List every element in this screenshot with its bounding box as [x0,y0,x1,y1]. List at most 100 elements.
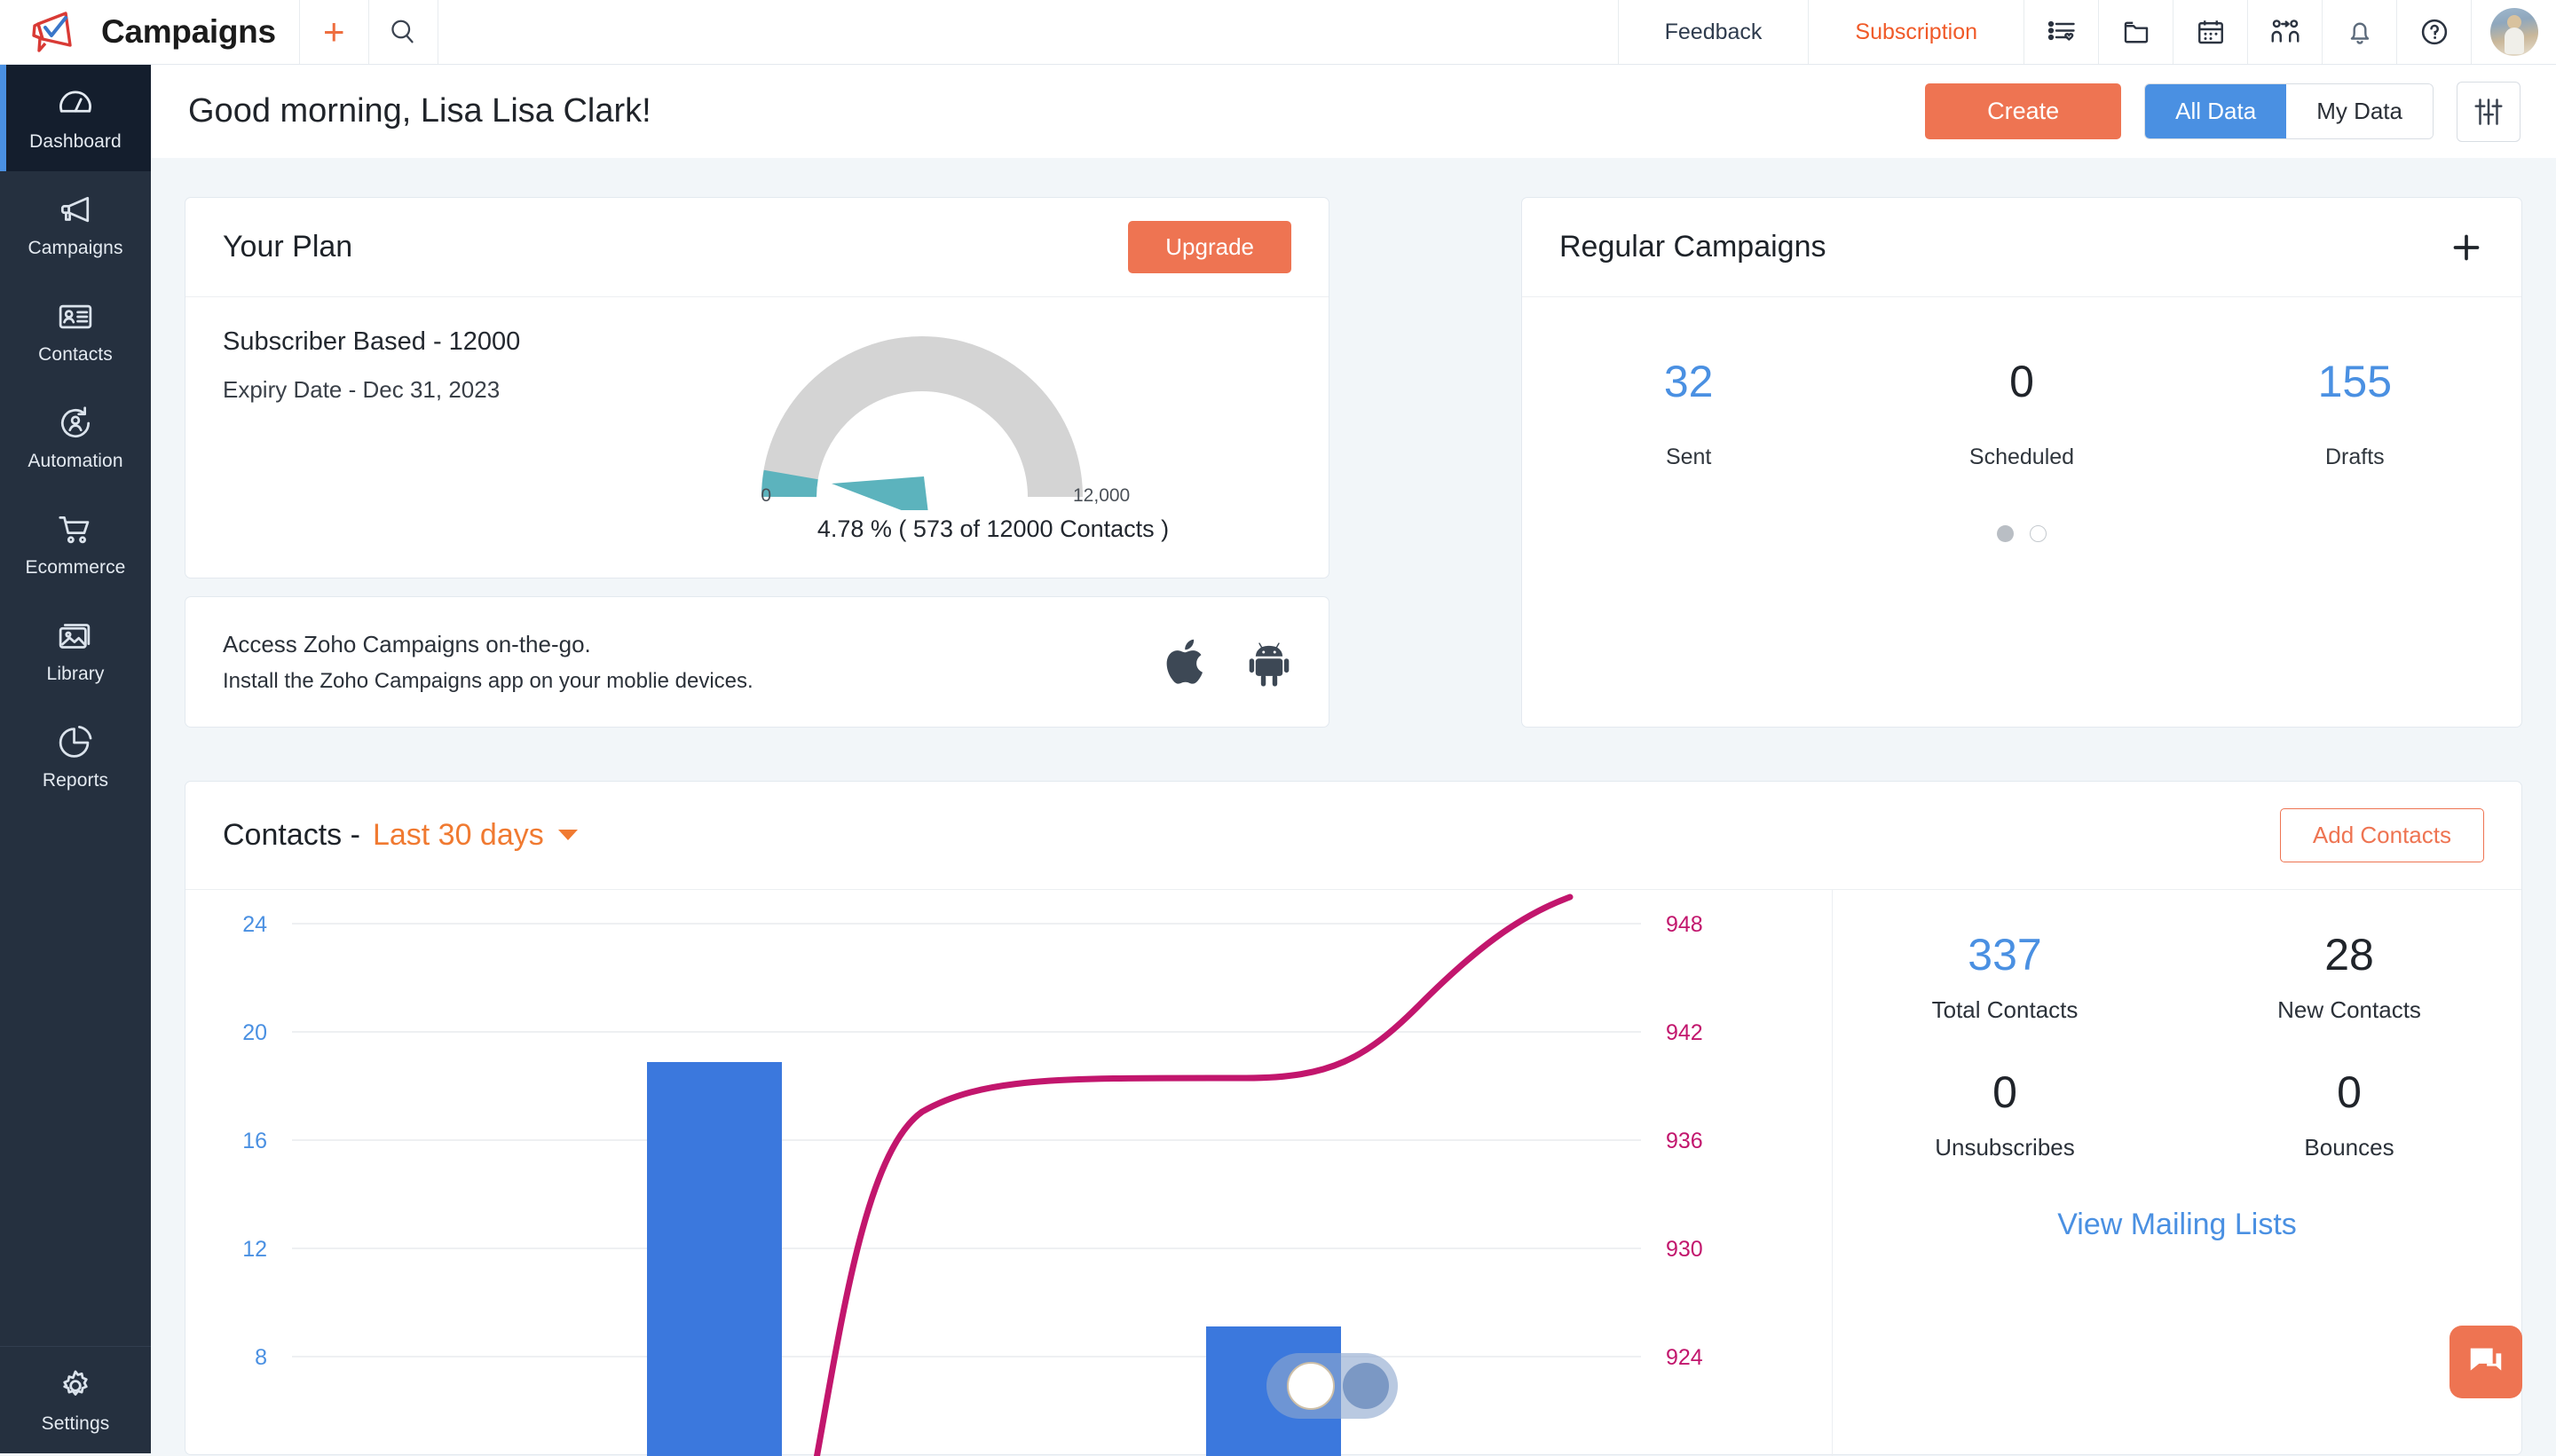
contacts-chart: 242016 128 948942936 930924 [185,890,1833,1456]
stat-label: Sent [1522,445,1855,470]
right-axis-ticks: 948942936 930924 [1666,912,1703,1370]
gear-icon [56,1366,95,1405]
your-plan-card: Your Plan Upgrade Subscriber Based - 120… [185,197,1329,578]
regular-campaigns-card: Regular Campaigns 32 Sent 0 Scheduled 15… [1521,197,2522,728]
automation-cycle-icon [56,404,95,443]
avatar [2490,8,2538,56]
sidebar-item-settings[interactable]: Settings [0,1347,151,1453]
your-plan-title: Your Plan [223,230,352,264]
sidebar-item-dashboard[interactable]: Dashboard [0,65,151,171]
chat-support-button[interactable] [2450,1326,2522,1398]
android-icon[interactable] [1247,635,1291,689]
app-store-links [1164,635,1291,689]
apple-icon[interactable] [1164,635,1210,689]
add-new-button[interactable]: + [299,0,368,64]
contacts-header: Contacts - Last 30 days Add Contacts [185,782,2521,890]
calendar-button[interactable] [2173,0,2247,64]
refer-friends-icon [2269,16,2301,48]
greeting-bar: Good morning, Lisa Lisa Clark! Create Al… [151,65,2556,158]
help-icon [2418,16,2450,48]
svg-text:20: 20 [242,1020,267,1045]
stat-bounces[interactable]: 0 Bounces [2177,1070,2521,1161]
tab-my-data[interactable]: My Data [2286,84,2433,138]
gauge-min-label: 0 [761,485,771,506]
stat-scheduled[interactable]: 0 Scheduled [1855,359,2188,470]
stat-label: Bounces [2177,1134,2521,1161]
svg-text:8: 8 [255,1345,267,1370]
contact-card-icon [56,297,95,336]
subscription-link[interactable]: Subscription [1808,0,2024,64]
add-campaign-button[interactable] [2449,230,2484,265]
add-contacts-button[interactable]: Add Contacts [2280,808,2484,862]
stat-unsubscribes[interactable]: 0 Unsubscribes [1833,1070,2177,1161]
customize-button[interactable] [2457,82,2520,142]
folder-icon [2120,16,2152,48]
stat-sent[interactable]: 32 Sent [1522,359,1855,470]
sidebar-item-reports[interactable]: Reports [0,704,151,810]
create-button[interactable]: Create [1925,83,2121,139]
upgrade-button[interactable]: Upgrade [1128,221,1291,273]
plan-expiry: Expiry Date - Dec 31, 2023 [223,376,520,404]
view-mailing-lists-link[interactable]: View Mailing Lists [1833,1208,2521,1242]
carousel-dot-1[interactable] [1997,525,2014,542]
top-bar: Campaigns + Feedback Subscription [0,0,2556,65]
carousel-dot-2[interactable] [2030,525,2047,542]
user-menu-button[interactable] [2471,0,2556,64]
sidebar-item-library[interactable]: Library [0,597,151,704]
chat-bubble-icon [2465,1342,2506,1382]
list-heart-button[interactable] [2024,0,2098,64]
plan-usage-caption: 4.78 % ( 573 of 12000 Contacts ) [718,516,1268,543]
stat-total-contacts[interactable]: 337 Total Contacts [1833,933,2177,1024]
sidebar-item-campaigns[interactable]: Campaigns [0,171,151,278]
stat-value: 32 [1522,359,1855,404]
sidebar-item-ecommerce[interactable]: Ecommerce [0,491,151,597]
data-scope-toggle: All Data My Data [2144,83,2434,139]
mobile-app-text: Access Zoho Campaigns on-the-go. Install… [223,631,753,694]
brand[interactable]: Campaigns [0,0,299,64]
bar-series [647,1062,1341,1456]
notifications-button[interactable] [2322,0,2396,64]
svg-text:12: 12 [242,1237,267,1262]
dashboard-content: Your Plan Upgrade Subscriber Based - 120… [151,158,2556,1453]
chart-carousel-toggle [1266,1353,1398,1419]
svg-text:936: 936 [1666,1129,1703,1153]
plan-details: Subscriber Based - 12000 Expiry Date - D… [223,327,520,578]
sidebar-item-label: Dashboard [29,131,122,153]
stat-label: Total Contacts [1833,996,2177,1024]
header-actions: Create All Data My Data [1925,82,2520,142]
sidebar-item-contacts[interactable]: Contacts [0,278,151,384]
refer-friends-button[interactable] [2247,0,2322,64]
tab-all-data[interactable]: All Data [2145,84,2286,138]
list-heart-icon [2046,16,2078,48]
contacts-title: Contacts - [223,818,360,853]
app-title: Campaigns [101,13,276,51]
bell-icon [2344,16,2376,48]
plan-usage-gauge: 0 12,000 573 4.78 % ( 573 of 12000 Conta… [718,324,1268,543]
stat-value: 0 [2177,1070,2521,1114]
mobile-app-card: Access Zoho Campaigns on-the-go. Install… [185,596,1329,728]
gauge-max-label: 12,000 [1073,485,1130,506]
folder-button[interactable] [2098,0,2173,64]
megaphone-icon [56,191,95,230]
sidebar-item-automation[interactable]: Automation [0,384,151,491]
stat-drafts[interactable]: 155 Drafts [2189,359,2521,470]
regular-campaigns-title: Regular Campaigns [1559,230,1826,264]
stat-value: 155 [2189,359,2521,404]
search-button[interactable] [368,0,438,64]
calendar-icon [2195,16,2227,48]
pie-chart-icon [56,723,95,762]
mobile-app-headline: Access Zoho Campaigns on-the-go. [223,631,753,658]
contacts-stats-grid: 337 Total Contacts 28 New Contacts 0 Uns… [1833,933,2521,1208]
svg-text:24: 24 [242,912,267,937]
stat-label: Unsubscribes [1833,1134,2177,1161]
sidebar-item-label: Settings [42,1413,110,1435]
feedback-link[interactable]: Feedback [1618,0,1809,64]
stat-value: 337 [1833,933,2177,977]
carousel-dots [1522,525,2521,542]
stat-new-contacts[interactable]: 28 New Contacts [2177,933,2521,1024]
regular-campaigns-header: Regular Campaigns [1522,198,2521,297]
left-axis-ticks: 242016 128 [242,912,267,1370]
help-button[interactable] [2396,0,2471,64]
sidebar-bottom: Settings [0,1346,151,1453]
date-range-dropdown[interactable]: Last 30 days [373,818,578,853]
